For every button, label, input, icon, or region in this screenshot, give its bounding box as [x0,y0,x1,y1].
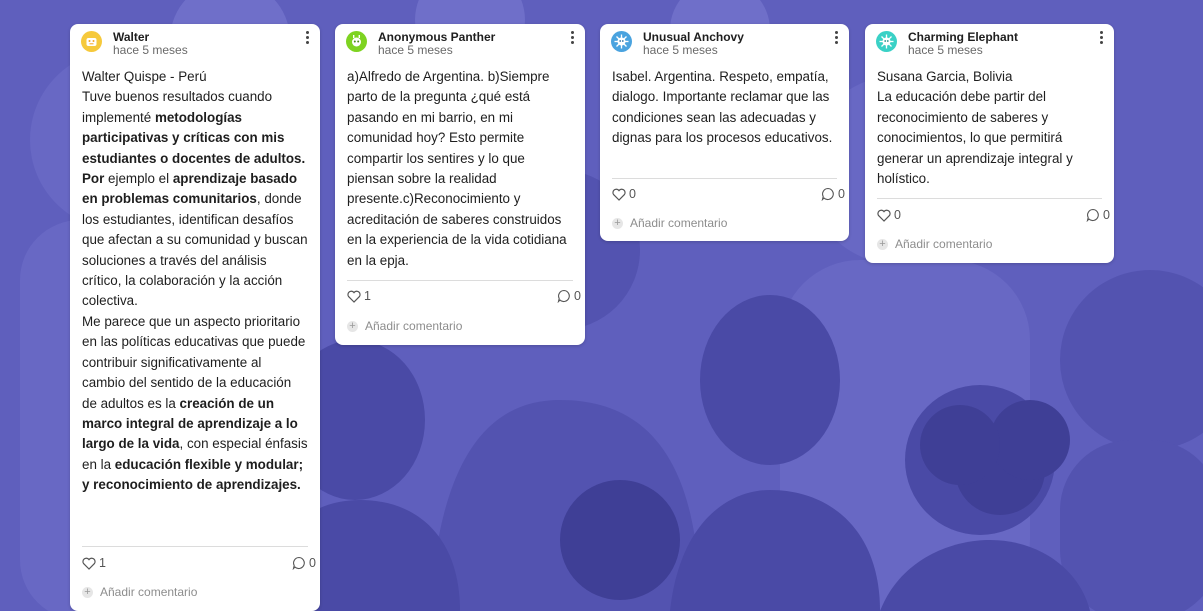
like-count: 1 [99,556,106,570]
comment-bubble-icon [292,556,305,570]
post-paragraph: Isabel. Argentina. Respeto, empatía, dia… [612,69,833,146]
post-card-walter[interactable]: Walter hace 5 meses Walter Quispe - Perú… [70,24,320,611]
like-button[interactable]: 1 [347,289,371,303]
add-comment-button[interactable]: + Añadir comentario [612,216,727,230]
post-paragraph: Susana Garcia, Bolivia [877,69,1013,84]
post-author: Unusual Anchovy [643,30,744,44]
reactions-row: 1 0 [82,556,316,576]
post-header: Charming Elephant hace 5 meses [865,24,1114,60]
reactions-row: 0 0 [612,187,845,207]
plus-icon: + [347,320,358,332]
comment-button[interactable]: 0 [557,289,581,303]
like-count: 1 [364,289,371,303]
post-body: a)Alfredo de Argentina. b)Siempre parto … [335,60,585,271]
more-options-icon[interactable] [568,29,576,47]
post-timestamp: hace 5 meses [908,43,983,57]
like-count: 0 [629,187,636,201]
comment-count: 0 [574,289,581,303]
add-comment-label: Añadir comentario [895,237,993,251]
plus-icon: + [82,586,93,598]
post-timestamp: hace 5 meses [113,43,188,57]
like-button[interactable]: 0 [612,187,636,201]
comment-bubble-icon [557,289,570,303]
add-comment-label: Añadir comentario [630,216,728,230]
comment-button[interactable]: 0 [292,556,316,570]
post-author: Walter [113,30,150,44]
reactions-row: 0 0 [877,208,1110,228]
comment-bubble-icon [821,187,834,201]
post-timestamp: hace 5 meses [378,43,453,57]
more-options-icon[interactable] [1097,29,1105,47]
add-comment-label: Añadir comentario [365,319,463,333]
post-body: Susana Garcia, Bolivia La educación debe… [865,60,1114,189]
post-header: Walter hace 5 meses [70,24,320,60]
plus-icon: + [877,238,888,250]
add-comment-button[interactable]: + Añadir comentario [877,237,992,251]
divider [347,280,573,281]
comment-count: 0 [838,187,845,201]
like-button[interactable]: 1 [82,556,106,570]
heart-icon [877,209,891,222]
heart-icon [347,290,361,303]
add-comment-button[interactable]: + Añadir comentario [347,319,462,333]
virus-avatar-icon [611,31,632,52]
heart-icon [612,188,626,201]
add-comment-label: Añadir comentario [100,585,198,599]
heart-icon [82,557,96,570]
smiley-avatar-icon [81,31,102,52]
like-button[interactable]: 0 [877,208,901,222]
divider [877,198,1102,199]
plus-icon: + [612,217,623,229]
post-header: Anonymous Panther hace 5 meses [335,24,585,60]
divider [612,178,837,179]
more-options-icon[interactable] [303,29,311,47]
post-timestamp: hace 5 meses [643,43,718,57]
more-options-icon[interactable] [832,29,840,47]
virus-avatar-icon [876,31,897,52]
post-paragraph: La educación debe partir del reconocimie… [877,89,1073,187]
post-card-unusual-anchovy[interactable]: Unusual Anchovy hace 5 meses Isabel. Arg… [600,24,849,241]
post-paragraph: Walter Quispe - Perú [82,69,207,84]
post-paragraph: Tuve buenos resultados cuando implementé… [82,89,308,309]
post-card-charming-elephant[interactable]: Charming Elephant hace 5 meses Susana Ga… [865,24,1114,263]
post-author: Anonymous Panther [378,30,496,44]
post-body: Isabel. Argentina. Respeto, empatía, dia… [600,60,849,149]
comment-bubble-icon [1086,208,1099,222]
post-paragraph: Me parece que un aspecto prioritario en … [82,313,308,493]
add-comment-button[interactable]: + Añadir comentario [82,585,197,599]
comment-button[interactable]: 0 [821,187,845,201]
alien-avatar-icon [346,31,367,52]
post-card-anonymous-panther[interactable]: Anonymous Panther hace 5 meses a)Alfredo… [335,24,585,345]
like-count: 0 [894,208,901,222]
post-paragraph: a)Alfredo de Argentina. b)Siempre parto … [347,69,567,268]
reactions-row: 1 0 [347,289,581,309]
post-author: Charming Elephant [908,30,1019,44]
comment-count: 0 [309,556,316,570]
post-header: Unusual Anchovy hace 5 meses [600,24,849,60]
divider [82,546,308,547]
post-body: Walter Quispe - Perú Tuve buenos resulta… [70,60,320,496]
comment-button[interactable]: 0 [1086,208,1110,222]
comment-count: 0 [1103,208,1110,222]
